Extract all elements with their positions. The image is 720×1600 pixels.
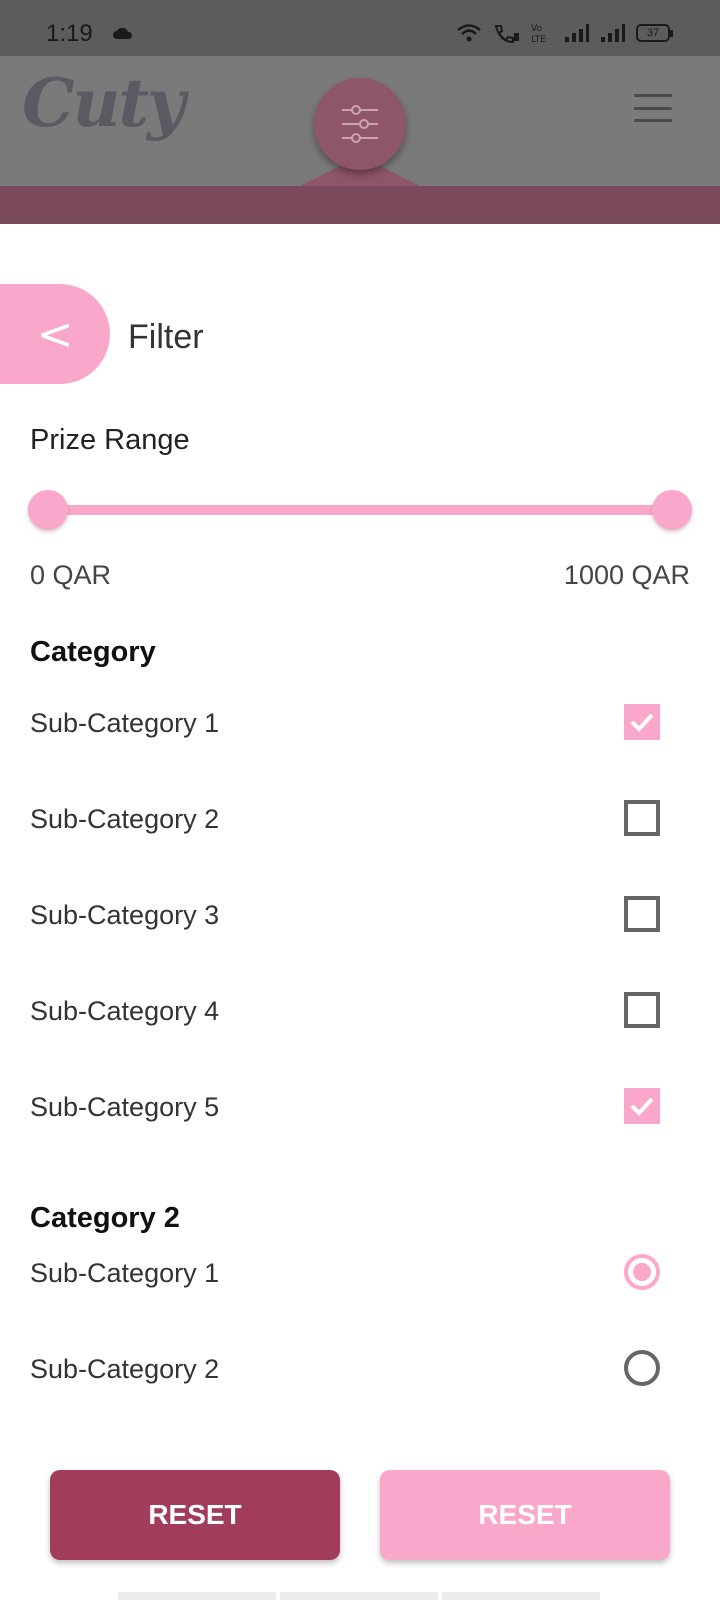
radio-unselected[interactable] [624,1350,660,1386]
battery-icon: 37 [636,24,673,42]
battery-level: 37 [646,27,660,39]
wifi-calling-icon [494,25,519,43]
price-min-label: 0 QAR [30,560,112,590]
svg-text:LTE: LTE [531,35,546,44]
category-2-option-2[interactable]: Sub-Category 2 [0,1340,720,1400]
option-label: Sub-Category 5 [30,1092,220,1122]
category-1-option-3[interactable]: Sub-Category 3 [0,886,720,946]
app-header: Cuty [0,56,720,186]
option-label: Sub-Category 3 [30,900,220,930]
checkbox-checked[interactable] [624,704,660,740]
back-button[interactable]: < [0,284,110,384]
category-1-option-2[interactable]: Sub-Category 2 [0,790,720,850]
checkbox-unchecked[interactable] [624,800,660,836]
signal-2-icon [601,24,625,42]
bottom-tab-hint [280,1592,438,1600]
category-2-option-1[interactable]: Sub-Category 1 [0,1244,720,1304]
filter-fab-button[interactable] [314,78,406,170]
category-1-title: Category [30,636,156,668]
checkbox-unchecked[interactable] [624,896,660,932]
filter-title: Filter [128,318,204,356]
prize-range-label: Prize Range [30,424,190,456]
bottom-tab-hint [118,1592,276,1600]
status-time: 1:19 [46,20,93,47]
option-label: Sub-Category 4 [30,996,220,1026]
price-slider-max-thumb[interactable] [652,490,692,530]
filter-sheet: < Filter Prize Range 0 QAR 1000 QAR Cate… [0,224,720,1600]
radio-selected[interactable] [624,1254,660,1290]
header-accent-band [0,186,720,224]
bottom-tab-hint [442,1592,600,1600]
category-2-title: Category 2 [30,1202,180,1234]
category-1-option-1[interactable]: Sub-Category 1 [0,694,720,754]
check-icon [630,713,654,732]
option-label: Sub-Category 2 [30,1354,220,1384]
option-label: Sub-Category 1 [30,708,220,738]
option-label: Sub-Category 2 [30,804,220,834]
reset-button-secondary[interactable]: RESET [380,1470,670,1560]
price-max-label: 1000 QAR [563,560,690,590]
check-icon [630,1097,654,1116]
checkbox-unchecked[interactable] [624,992,660,1028]
cuty-logo[interactable]: Cuty [22,64,185,142]
status-bar: 1:19 Vo LTE 37 [0,0,720,56]
volte-icon: Vo LTE [531,24,546,44]
category-1-option-5[interactable]: Sub-Category 5 [0,1078,720,1138]
status-icons: Vo LTE 37 [456,22,673,44]
sliders-icon [342,105,378,143]
reset-button-primary[interactable]: RESET [50,1470,340,1560]
option-label: Sub-Category 1 [30,1258,220,1288]
hamburger-menu-icon[interactable] [634,94,672,122]
checkbox-checked[interactable] [624,1088,660,1124]
price-slider-track[interactable] [48,505,672,515]
wifi-icon [457,24,481,42]
price-slider-min-thumb[interactable] [28,490,68,530]
category-1-option-4[interactable]: Sub-Category 4 [0,982,720,1042]
cloud-icon [113,27,133,39]
signal-1-icon [565,24,589,42]
svg-text:Vo: Vo [531,24,542,34]
